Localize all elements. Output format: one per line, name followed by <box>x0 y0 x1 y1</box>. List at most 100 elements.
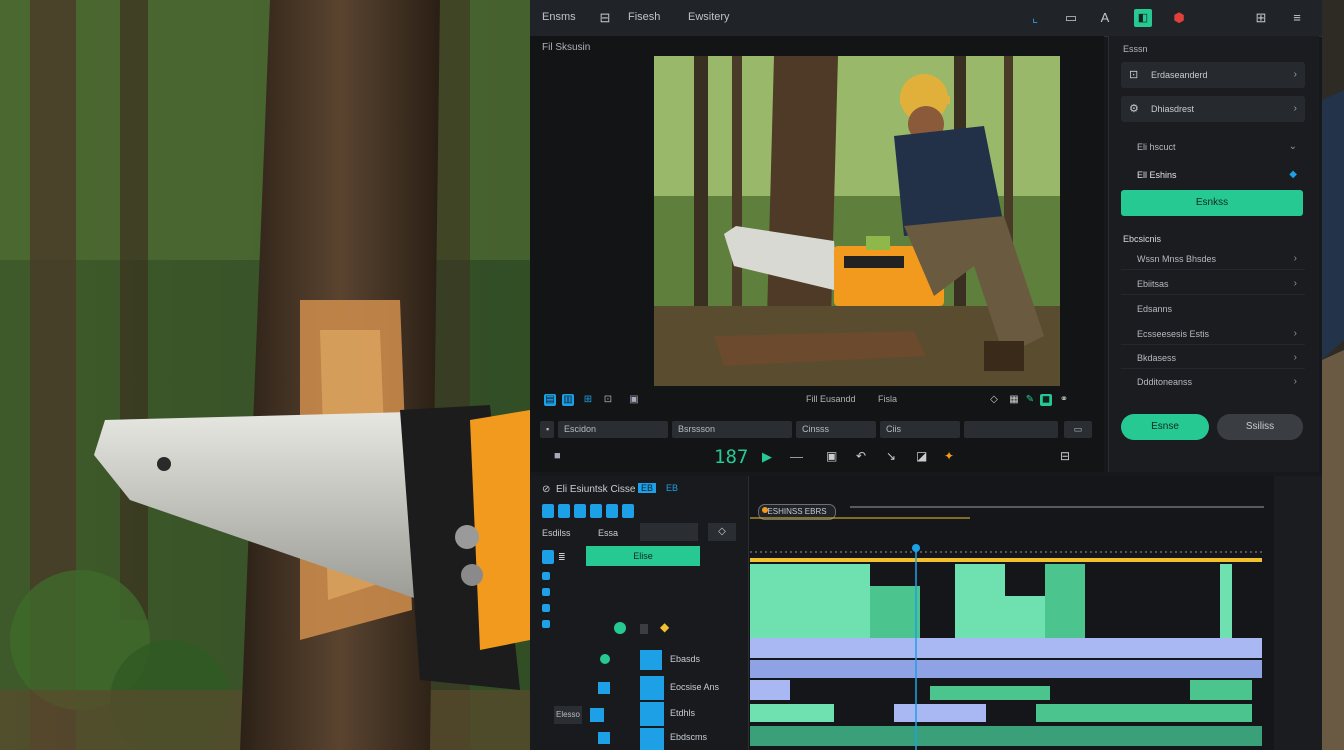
track-toggle-2[interactable] <box>542 588 550 596</box>
ok-button[interactable]: Esnse <box>1121 414 1209 440</box>
tool-icon-2[interactable] <box>558 504 570 518</box>
link-icon[interactable]: ⚭ <box>1058 394 1070 406</box>
menu-item-2[interactable]: Fisesh <box>628 11 660 23</box>
sparkle-icon[interactable]: ✦ <box>944 449 954 463</box>
split-icon[interactable]: ▥ <box>562 394 574 406</box>
copy-icon[interactable]: ⊡ <box>602 394 614 406</box>
preview-frame[interactable] <box>654 56 1060 386</box>
effects-icon[interactable]: ◧ <box>1134 9 1152 27</box>
property-cell-3[interactable]: Cinsss <box>796 421 876 438</box>
property-cell-2[interactable]: Bsrssson <box>672 421 792 438</box>
property-cell-4[interactable]: Ciis <box>880 421 960 438</box>
track-headers: ⊘ Eli Esiuntsk Cisse EB EB Esdilss Essa … <box>530 476 749 750</box>
list-item-6[interactable]: Ddditoneanss › <box>1121 371 1305 393</box>
cancel-button[interactable]: Ssiliss <box>1217 414 1303 440</box>
track-name-2: Eocsise Ans <box>670 682 720 692</box>
row-icon[interactable]: ▪ <box>540 421 554 438</box>
section-a-label: Eli hscuct <box>1137 142 1176 152</box>
text-tool-icon[interactable]: A <box>1096 9 1114 27</box>
viewer-controls: ▤ ▥ ⊞ ⊡ ▣ Fill Eusandd Fisla ◇ ▦ ✎ ◼ ⚭ <box>540 392 1096 410</box>
frame-icon[interactable]: ▭ <box>1062 9 1080 27</box>
chevron-right-icon: › <box>1293 69 1297 80</box>
controls-label: Fill Eusandd <box>806 394 856 404</box>
list-item-label: Ebiitsas <box>1137 279 1169 289</box>
play-icon[interactable]: ▶ <box>762 449 772 465</box>
panel-item-2[interactable]: ⚙ Dhiasdrest › <box>1121 96 1305 122</box>
section-b[interactable]: Ell Eshins ◆ <box>1121 164 1305 186</box>
trim-control[interactable] <box>640 523 698 541</box>
extra-label[interactable]: Elesso <box>554 706 582 724</box>
list-item-1[interactable]: Wssn Mnss Bhsdes › <box>1121 248 1305 270</box>
track-name-4: Ebdscms <box>670 732 708 742</box>
monitor-icon[interactable]: ⊟ <box>596 9 614 27</box>
track-toggle-3[interactable] <box>542 604 550 612</box>
track-lock-icon[interactable] <box>542 550 554 564</box>
list-item-2[interactable]: Ebiitsas › <box>1121 273 1305 295</box>
property-cell-1[interactable]: Escidon <box>558 421 668 438</box>
tool-icon-6[interactable] <box>622 504 634 518</box>
crop-icon[interactable]: ⌞ <box>1026 9 1044 27</box>
tool-icon-4[interactable] <box>590 504 602 518</box>
tool-icon-1[interactable] <box>542 504 554 518</box>
sequence-icon: ⊘ <box>542 484 551 495</box>
diamond-icon[interactable]: ◇ <box>708 523 736 541</box>
track-toggle-4[interactable] <box>542 620 550 628</box>
monitor-icon: ⊡ <box>1129 69 1139 81</box>
list-item-label: Ddditoneanss <box>1137 377 1193 387</box>
cut-icon[interactable]: ▤ <box>544 394 556 406</box>
pen-icon[interactable]: ✎ <box>1024 394 1036 406</box>
track-thumb-2[interactable] <box>640 676 664 700</box>
section-a[interactable]: Eli hscuct ⌄ <box>1121 136 1305 158</box>
paste-icon[interactable]: ▣ <box>628 394 640 406</box>
track-dot-3[interactable] <box>590 708 604 722</box>
shield-icon[interactable]: ⬢ <box>1170 9 1188 27</box>
tab-1[interactable]: EB <box>638 483 657 493</box>
list-item-label: Bkdasess <box>1137 353 1177 363</box>
undo-icon[interactable]: ↶ <box>856 449 866 463</box>
mask-icon[interactable]: ◇ <box>988 394 1000 406</box>
property-cell-5[interactable] <box>964 421 1058 438</box>
grid-icon[interactable]: ⊞ <box>1252 9 1270 27</box>
track-thumb-1[interactable] <box>640 650 662 670</box>
timeline-panel: ⊘ Eli Esiuntsk Cisse EB EB Esdilss Essa … <box>530 476 1322 750</box>
track-toggle-1[interactable] <box>542 572 550 580</box>
fullscreen-icon[interactable]: ▭ <box>1064 421 1092 438</box>
track-thumb-3[interactable] <box>640 702 664 726</box>
timeline-graphics <box>750 506 1264 750</box>
tab-2[interactable]: EB <box>666 483 678 493</box>
lock-icon[interactable] <box>640 624 648 634</box>
frame-counter: 187 <box>714 446 749 468</box>
layout-icon[interactable]: ⊞ <box>582 394 594 406</box>
primary-button[interactable]: Esnkss <box>1121 190 1303 216</box>
panel-item-1[interactable]: ⊡ Erdaseanderd › <box>1121 62 1305 88</box>
keyframe-icon[interactable]: ◆ <box>660 620 669 634</box>
list-item-3[interactable]: Edsanns <box>1121 298 1305 320</box>
menu-icon[interactable]: ≡ <box>1288 9 1306 27</box>
timeline-scrollbar[interactable] <box>1274 476 1322 750</box>
active-clip-button[interactable]: Elise <box>586 546 700 566</box>
marker-icon[interactable]: ◪ <box>916 449 927 463</box>
list-item-5[interactable]: Bkdasess › <box>1121 347 1305 369</box>
tool-label-1[interactable]: Esdilss <box>542 528 571 538</box>
tool-label-2[interactable]: Essa <box>598 528 618 538</box>
track-thumb-4[interactable] <box>640 728 664 750</box>
list-item-4[interactable]: Ecsseesesis Estis › <box>1121 323 1305 345</box>
tool-icon-3[interactable] <box>574 504 586 518</box>
tool-icon-5[interactable] <box>606 504 618 518</box>
menu-item-1[interactable]: Ensms <box>542 11 576 23</box>
timeline-line-icon[interactable]: — <box>790 449 803 464</box>
layers-icon[interactable]: ▦ <box>1008 394 1020 406</box>
chevron-right-icon: › <box>1293 328 1297 339</box>
pointer-icon[interactable]: ↘ <box>886 449 896 463</box>
color-icon[interactable]: ◼ <box>1040 394 1052 406</box>
save-icon[interactable]: ▣ <box>826 449 837 463</box>
menu-item-3[interactable]: Ewsitery <box>688 11 730 23</box>
inspector-panel: Esssn ⊡ Erdaseanderd › ⚙ Dhiasdrest › El… <box>1108 36 1319 472</box>
export-icon[interactable]: ⊟ <box>1060 449 1070 463</box>
timeline-tracks[interactable]: ESHINSS EBRS <box>750 476 1272 750</box>
track-dot-2[interactable] <box>598 682 610 694</box>
track-label: ≣ <box>558 552 566 562</box>
track-dot-1[interactable] <box>600 654 610 664</box>
track-dot-4[interactable] <box>598 732 610 744</box>
stop-icon[interactable]: ■ <box>554 450 561 462</box>
